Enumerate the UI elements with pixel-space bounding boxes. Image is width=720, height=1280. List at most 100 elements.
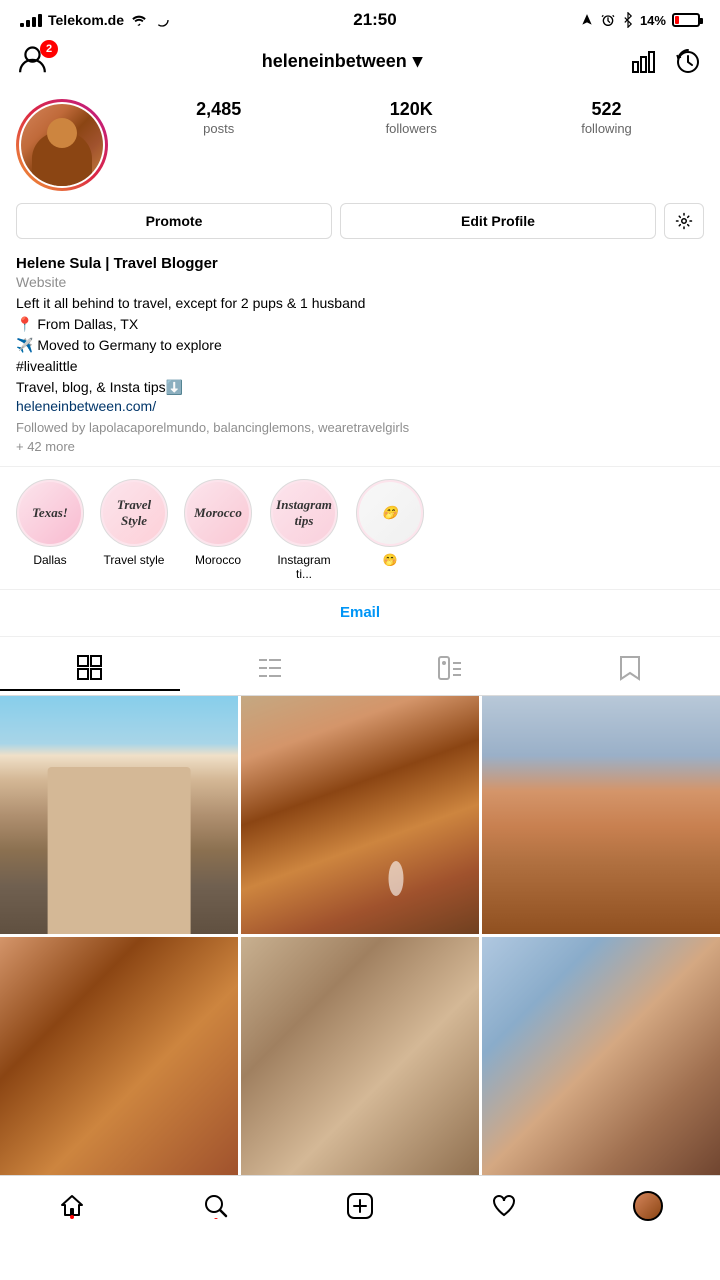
highlights-section: Texas! Dallas Travel Style Travel style Moro…: [0, 466, 720, 590]
notification-badge: 2: [40, 40, 58, 58]
tab-saved[interactable]: [540, 647, 720, 691]
grid-item-1[interactable]: [0, 696, 238, 934]
stats-row: 2,485 posts 120K followers 522 following: [124, 99, 704, 138]
promote-button[interactable]: Promote: [16, 203, 332, 239]
highlight-circle-2: Travel Style: [100, 479, 168, 547]
bio-link[interactable]: heleneinbetween.com/: [16, 398, 156, 414]
nav-activity[interactable]: [479, 1188, 529, 1224]
nav-add[interactable]: [335, 1188, 385, 1224]
tab-grid[interactable]: [0, 647, 180, 691]
photo-grid: [0, 696, 720, 1175]
highlight-circle-inner-1: Texas!: [19, 482, 81, 544]
followers-label: followers: [386, 121, 437, 136]
status-bar: Telekom.de 21:50 14%: [0, 0, 720, 36]
add-user-button[interactable]: 2: [18, 44, 54, 79]
home-icon: [59, 1193, 85, 1219]
status-left: Telekom.de: [20, 12, 170, 28]
bio-line1: Left it all behind to travel, except for…: [16, 293, 704, 314]
bottom-nav: [0, 1175, 720, 1248]
nav-home[interactable]: [47, 1188, 97, 1224]
tab-list[interactable]: [180, 647, 360, 691]
nav-profile[interactable]: [623, 1188, 673, 1224]
highlight-label-4: Instagram ti...: [268, 553, 340, 581]
avatar: [21, 104, 103, 186]
history-icon[interactable]: [674, 48, 702, 76]
highlight-circle-inner-5: 🤭: [359, 482, 421, 544]
username-text: heleneinbetween: [262, 51, 407, 72]
carrier-text: Telekom.de: [48, 12, 124, 28]
signal-bars: [20, 14, 42, 27]
bio-line5: Travel, blog, & Insta tips⬇️: [16, 377, 704, 398]
bio-followed-more: + 42 more: [16, 439, 704, 454]
following-label: following: [581, 121, 632, 136]
profile-avatar-small: [633, 1191, 663, 1221]
tag-icon: [437, 655, 463, 681]
stats-container: 2,485 posts 120K followers 522 following: [124, 99, 704, 150]
highlight-item-1[interactable]: Texas! Dallas: [16, 479, 84, 581]
bluetooth-icon: [622, 12, 634, 28]
highlight-circle-inner-2: Travel Style: [103, 482, 165, 544]
bio-website[interactable]: Website: [16, 274, 704, 290]
nav-icons: [630, 48, 702, 76]
settings-button[interactable]: [664, 203, 704, 239]
battery-percent: 14%: [640, 13, 666, 28]
insights-icon[interactable]: [630, 48, 658, 76]
highlight-circle-inner-3: Morocco: [187, 482, 249, 544]
list-icon: [257, 655, 283, 681]
highlight-item-3[interactable]: Morocco Morocco: [184, 479, 252, 581]
tabs-section: [0, 637, 720, 696]
top-nav: 2 heleneinbetween ▾: [0, 36, 720, 91]
bio-line4: #livealittle: [16, 356, 704, 377]
tab-tagged[interactable]: [360, 647, 540, 691]
wifi-icon: [130, 13, 148, 27]
loading-icon: [154, 12, 170, 28]
posts-count: 2,485: [196, 99, 241, 120]
following-count: 522: [581, 99, 632, 120]
highlight-label-1: Dallas: [33, 553, 66, 567]
highlight-item-2[interactable]: Travel Style Travel style: [100, 479, 168, 581]
email-button[interactable]: Email: [340, 604, 380, 621]
highlight-circle-1: Texas!: [16, 479, 84, 547]
grid-item-3[interactable]: [482, 696, 720, 934]
bio-line3: ✈️ Moved to Germany to explore: [16, 335, 704, 356]
bio-section: Helene Sula | Travel Blogger Website Lef…: [0, 251, 720, 466]
bio-followed-by: Followed by lapolacaporelmundo, balancin…: [16, 420, 704, 435]
grid-icon: [77, 655, 103, 681]
avatar-ring: [16, 99, 108, 191]
highlight-circle-inner-4: Instagram tips: [273, 482, 335, 544]
bookmark-icon: [619, 655, 641, 681]
settings-icon: [675, 212, 693, 230]
grid-item-4[interactable]: [0, 937, 238, 1175]
posts-label: posts: [203, 121, 234, 136]
status-right: 14%: [580, 12, 700, 28]
location-icon: [580, 13, 594, 27]
add-icon: [347, 1193, 373, 1219]
action-buttons: Promote Edit Profile: [0, 203, 720, 251]
highlight-label-3: Morocco: [195, 553, 241, 567]
highlights-scroll: Texas! Dallas Travel Style Travel style Moro…: [0, 479, 720, 581]
search-icon: [203, 1193, 229, 1219]
grid-item-6[interactable]: [482, 937, 720, 1175]
nav-search[interactable]: [191, 1188, 241, 1224]
followers-stat[interactable]: 120K followers: [386, 99, 437, 138]
highlight-label-2: Travel style: [104, 553, 165, 567]
highlight-label-5: 🤭: [383, 553, 398, 567]
grid-item-5[interactable]: [241, 937, 479, 1175]
profile-header: 2,485 posts 120K followers 522 following: [0, 91, 720, 203]
edit-profile-button[interactable]: Edit Profile: [340, 203, 656, 239]
highlight-circle-3: Morocco: [184, 479, 252, 547]
posts-stat[interactable]: 2,485 posts: [196, 99, 241, 138]
highlight-circle-5: 🤭: [356, 479, 424, 547]
highlight-item-5[interactable]: 🤭🤭: [356, 479, 424, 581]
avatar-inner: [19, 102, 105, 188]
followers-count: 120K: [386, 99, 437, 120]
username-dropdown[interactable]: heleneinbetween ▾: [262, 50, 423, 73]
dropdown-icon: ▾: [413, 50, 423, 73]
alarm-icon: [600, 12, 616, 28]
avatar-container[interactable]: [16, 99, 108, 191]
following-stat[interactable]: 522 following: [581, 99, 632, 138]
bio-name: Helene Sula | Travel Blogger: [16, 255, 704, 272]
highlight-item-4[interactable]: Instagram tips Instagram ti...: [268, 479, 340, 581]
grid-item-2[interactable]: [241, 696, 479, 934]
highlight-circle-4: Instagram tips: [270, 479, 338, 547]
